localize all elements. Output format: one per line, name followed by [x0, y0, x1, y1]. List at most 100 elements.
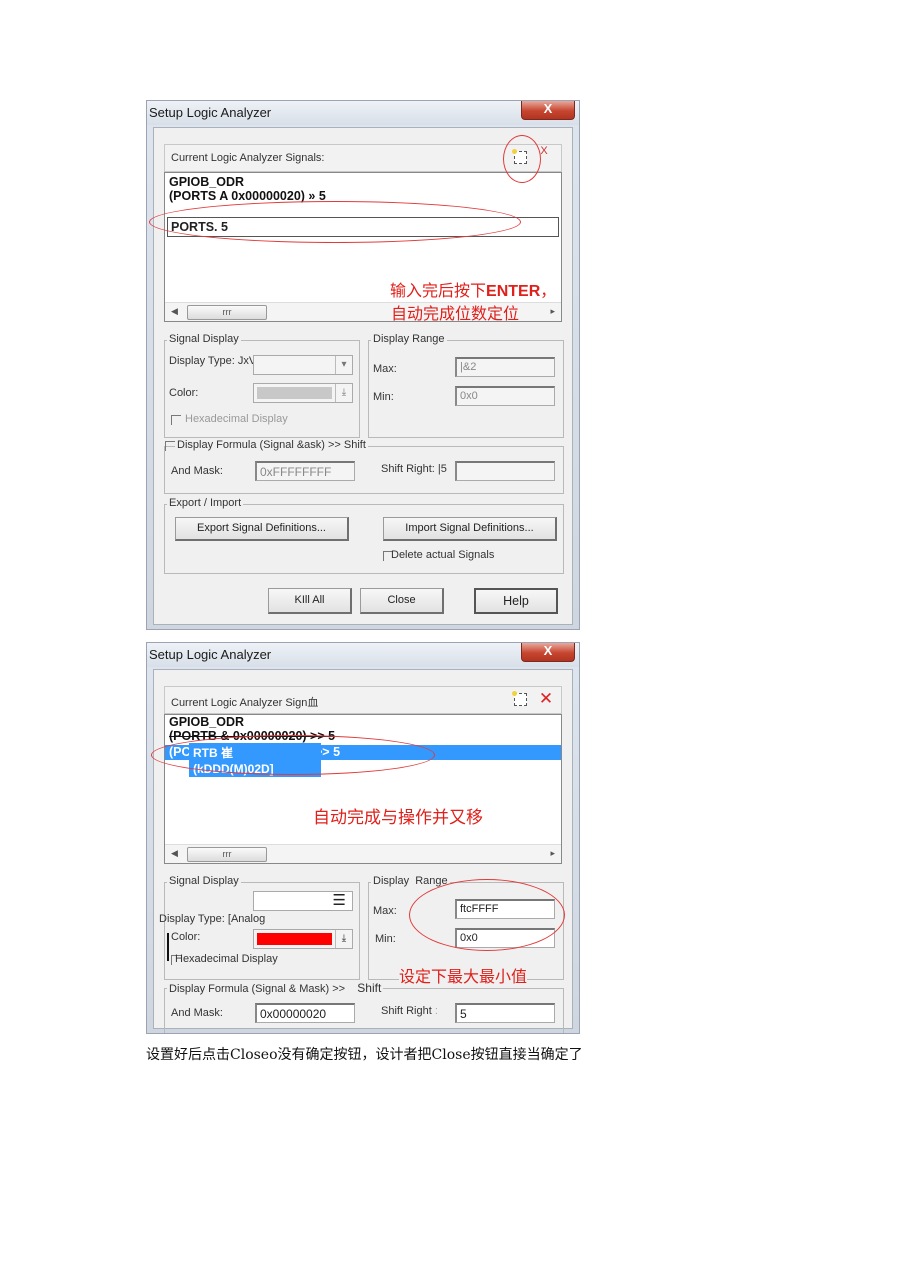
dialog-client: Current Logic Analyzer Sign血 ✕ GPIOB_ODR…: [153, 669, 573, 1033]
screenshot-dialog-1: Setup Logic Analyzer X Current Logic Ana…: [146, 100, 580, 630]
caption-text: 设置好后点击Closeo没有确定按钮，设计者把Close按钮直接当确定了: [146, 1047, 583, 1063]
delete-signal-button[interactable]: ✕: [535, 689, 557, 709]
autocomplete-popup[interactable]: RTB 崔 (kDDD(M)02D]: [189, 743, 321, 777]
display-formula-group: Display Formula (Signal & Mask) >> Shift…: [164, 981, 564, 1033]
dropdown-arrow-icon[interactable]: ⤓: [335, 384, 352, 402]
popup-line-2[interactable]: (kDDD(M)02D]: [189, 762, 321, 776]
signal-formula[interactable]: (PORTS A 0x00000020) » 5: [169, 189, 326, 203]
hex-display-checkbox[interactable]: [171, 415, 181, 425]
display-range-label-a: Display: [373, 875, 410, 887]
color-select[interactable]: ⤓: [253, 929, 353, 949]
menu-lines-icon: ☰: [332, 892, 346, 909]
max-input[interactable]: |&2: [455, 357, 555, 377]
display-range-group: Display Range Max: ftcFFFF Min: 0x0 设定下最…: [368, 875, 564, 987]
color-label: Color:: [171, 931, 201, 943]
scroll-thumb[interactable]: rrr: [187, 847, 267, 862]
min-input[interactable]: 0x0: [455, 386, 555, 406]
signal-edit-input[interactable]: PORTS. 5: [167, 217, 559, 237]
shift-right-label: Shift Right: |5: [381, 463, 447, 475]
new-signal-button[interactable]: [509, 689, 531, 709]
scroll-left-icon[interactable]: ◀: [171, 306, 178, 317]
cursor-bar: [167, 933, 169, 961]
annotation-auto-position: 自动完成位数定位: [391, 306, 520, 323]
delete-icon: X: [540, 145, 548, 157]
signals-header: Current Logic Analyzer Signals: X: [164, 144, 562, 172]
horizontal-scrollbar[interactable]: ◀ rrr ▸: [165, 844, 561, 863]
display-formula-label-b: Shift: [357, 981, 382, 995]
display-formula-label: Display Formula (Signal &ask) >> Shift: [175, 439, 368, 451]
shift-right-input[interactable]: [455, 461, 555, 481]
signals-label: Current Logic Analyzer Sign血: [171, 697, 319, 709]
display-type-select[interactable]: ☰: [253, 891, 353, 911]
annotation-enter-key: ENTER: [486, 283, 541, 300]
signal-display-label: Signal Display: [167, 333, 241, 345]
screenshot-dialog-2: Setup Logic Analyzer X Current Logic Ana…: [146, 642, 580, 1034]
signal-display-group: Signal Display Display Type: JxVjalag ▾ …: [164, 333, 360, 438]
scroll-right-icon[interactable]: ▸: [550, 306, 555, 317]
annotation-min-max: 设定下最大最小值: [399, 963, 528, 987]
signal-name[interactable]: GPIOB_ODR: [169, 715, 244, 729]
signal-display-group: Signal Display ☰ Display Type: [Analog C…: [159, 875, 360, 980]
delete-actual-signals-label: Delete actual Signals: [391, 549, 495, 561]
export-signal-definitions-button[interactable]: Export Signal Definitions...: [175, 517, 349, 541]
color-select[interactable]: ⤓: [253, 383, 353, 403]
display-range-label: Display Range: [371, 875, 450, 887]
dialog-client: Current Logic Analyzer Signals: X GPIOB_…: [153, 127, 573, 625]
signals-header: Current Logic Analyzer Sign血 ✕: [164, 686, 562, 714]
export-import-group: Export / Import Export Signal Definition…: [164, 497, 564, 574]
help-button[interactable]: Help: [474, 588, 558, 614]
min-label: Min:: [375, 933, 396, 945]
display-range-label: Display Range: [371, 333, 447, 345]
display-range-group: Display Range Max: |&2 Min: 0x0: [368, 333, 564, 438]
color-swatch: [257, 933, 332, 945]
new-signal-icon: [511, 691, 527, 706]
title-bar: Setup Logic Analyzer X: [147, 643, 579, 667]
kill-all-button[interactable]: KIll All: [268, 588, 352, 614]
and-mask-label: And Mask:: [171, 1007, 223, 1019]
signal-display-label: Signal Display: [167, 875, 241, 887]
annotation-comma: ，: [540, 283, 557, 300]
signal-formula[interactable]: (PORTB & 0x00000020) >> 5: [169, 729, 335, 743]
scroll-right-icon[interactable]: ▸: [550, 848, 555, 859]
window-title: Setup Logic Analyzer: [149, 105, 272, 120]
annotation-text: 输入完后按下: [390, 283, 487, 300]
import-signal-definitions-button[interactable]: Import Signal Definitions...: [383, 517, 557, 541]
title-bar: Setup Logic Analyzer X: [147, 101, 579, 125]
close-button[interactable]: Close: [360, 588, 444, 614]
max-label: Max:: [373, 905, 397, 917]
display-formula-checkbox[interactable]: [165, 441, 175, 451]
display-formula-label-a: Display Formula (Signal & Mask) >>: [169, 983, 346, 995]
and-mask-input[interactable]: 0x00000020: [255, 1003, 355, 1023]
scroll-left-icon[interactable]: ◀: [171, 848, 178, 859]
display-type-label: Display Type: [Analog: [159, 913, 266, 925]
window-close-button[interactable]: X: [521, 101, 575, 120]
color-swatch: [257, 387, 332, 399]
window-close-button[interactable]: X: [521, 643, 575, 662]
window-title: Setup Logic Analyzer: [149, 647, 272, 662]
delete-signal-button[interactable]: X: [537, 141, 551, 161]
display-range-label-b: Range: [415, 875, 448, 887]
scroll-thumb[interactable]: rrr: [187, 305, 267, 320]
display-type-select[interactable]: ▾: [253, 355, 353, 375]
horizontal-scrollbar[interactable]: ◀ rrr 自动完成位数定位 ▸: [165, 302, 561, 323]
shift-right-text: Shift Right: [381, 1005, 432, 1017]
popup-line-1[interactable]: RTB 崔: [189, 743, 321, 762]
signals-list[interactable]: GPIOB_ODR (PORTB & 0x00000020) >> 5 (PC …: [164, 714, 562, 864]
chevron-down-icon[interactable]: ▾: [335, 356, 352, 374]
delete-icon: ✕: [538, 689, 554, 708]
max-input[interactable]: ftcFFFF: [455, 899, 555, 919]
signal-name[interactable]: GPIOB_ODR: [169, 175, 244, 189]
and-mask-input[interactable]: 0xFFFFFFFF: [255, 461, 355, 481]
dropdown-arrow-icon[interactable]: ⤓: [335, 930, 352, 948]
signals-list[interactable]: GPIOB_ODR (PORTS A 0x00000020) » 5 PORTS…: [164, 172, 562, 323]
shift-right-colon: :: [434, 1005, 438, 1017]
new-signal-button[interactable]: [509, 147, 531, 167]
export-import-label: Export / Import: [167, 497, 244, 509]
and-mask-label: And Mask:: [171, 465, 223, 477]
min-input[interactable]: 0x0: [455, 928, 555, 948]
color-label: Color:: [169, 387, 199, 399]
selected-prefix: (PC: [169, 745, 191, 759]
shift-right-label: Shift Right :: [381, 1005, 438, 1017]
shift-right-input[interactable]: 5: [455, 1003, 555, 1023]
display-formula-group: Display Formula (Signal &ask) >> Shift A…: [164, 439, 564, 494]
